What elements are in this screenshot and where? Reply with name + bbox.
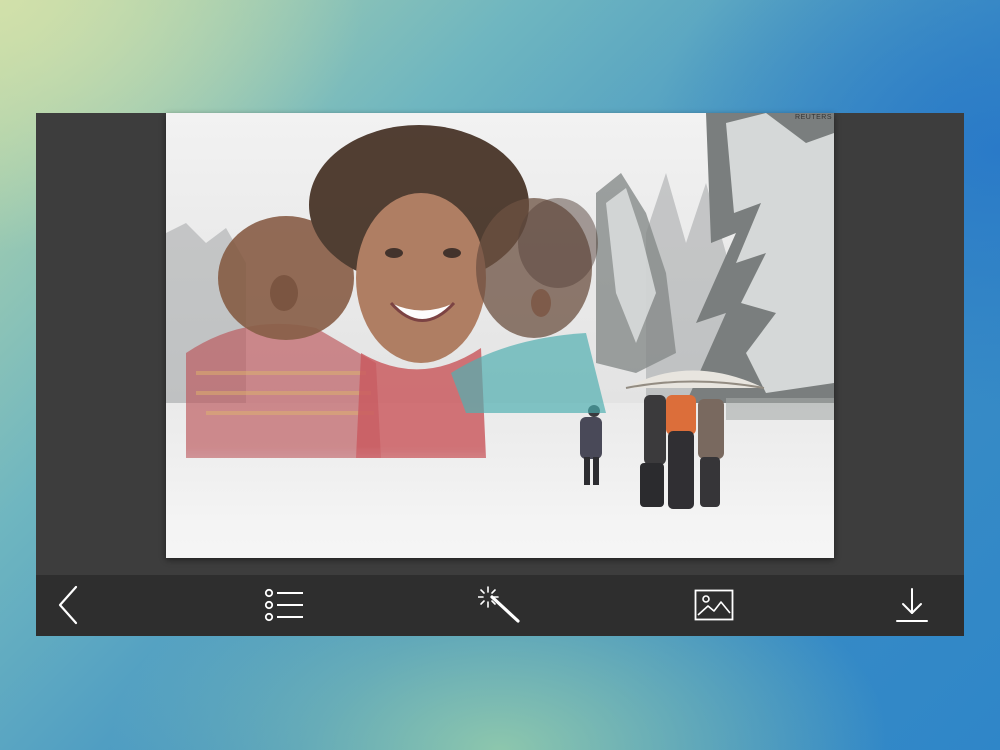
editor-panel: REUTERS xyxy=(36,113,964,636)
image-icon xyxy=(694,589,734,621)
magic-wand-icon xyxy=(478,586,520,623)
photo-preview[interactable]: REUTERS xyxy=(166,113,834,558)
blended-photo-image xyxy=(166,113,834,558)
effects-button[interactable] xyxy=(474,581,526,629)
frames-list-button[interactable] xyxy=(258,581,310,629)
bottom-toolbar xyxy=(36,575,964,636)
photo-watermark: REUTERS xyxy=(795,114,832,121)
chevron-left-icon xyxy=(58,585,78,625)
download-button[interactable] xyxy=(886,581,938,629)
gallery-button[interactable] xyxy=(688,581,740,629)
list-icon xyxy=(264,588,303,622)
back-button[interactable] xyxy=(42,581,94,629)
download-icon xyxy=(896,588,928,622)
